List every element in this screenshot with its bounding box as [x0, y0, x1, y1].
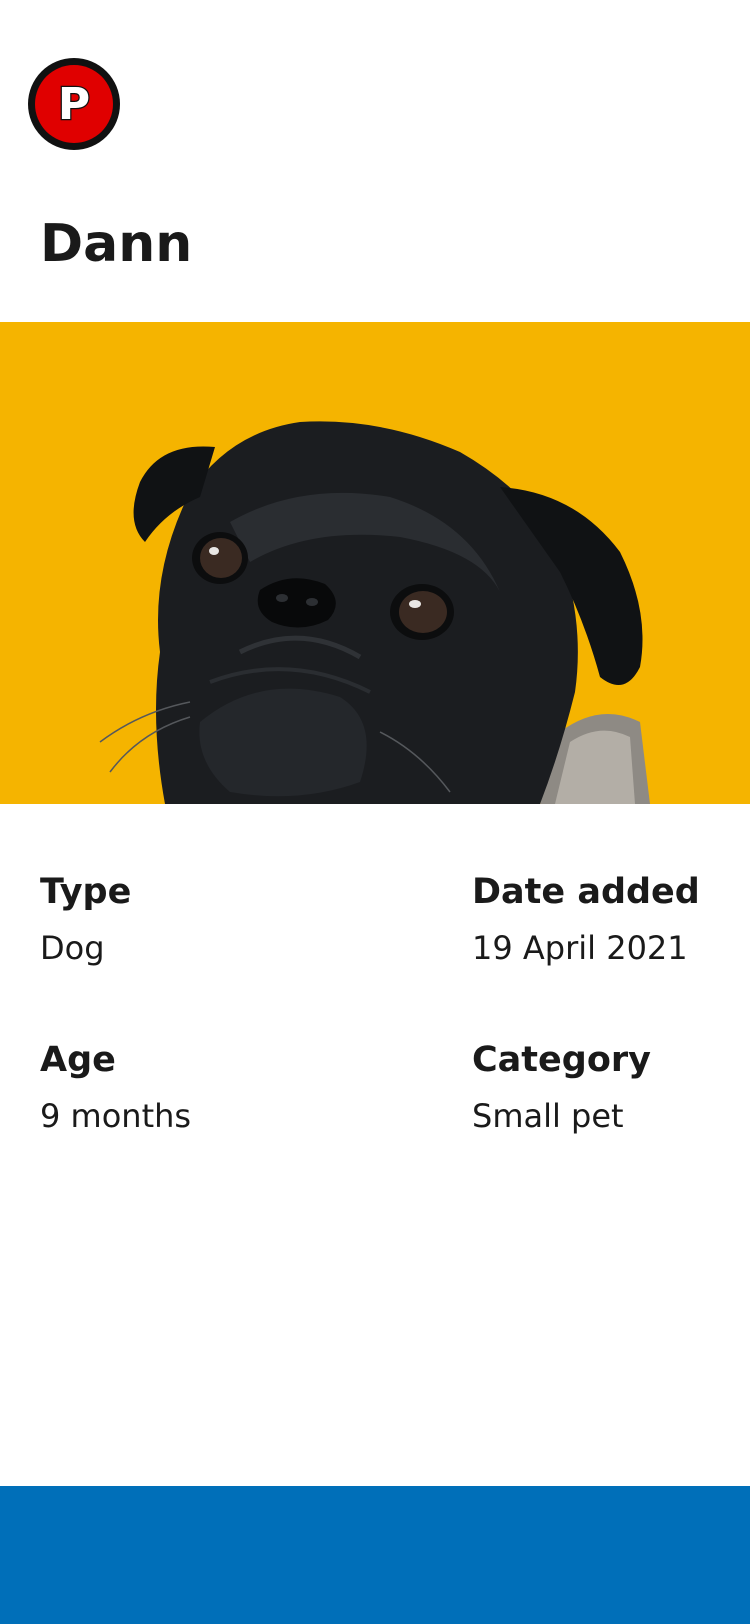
pet-photo [0, 322, 750, 804]
footer-bar [0, 1486, 750, 1624]
detail-value: Small pet [472, 1097, 624, 1135]
svg-text:P: P [58, 79, 90, 130]
detail-label: Date added [472, 872, 700, 912]
detail-label: Type [40, 872, 132, 912]
pet-detail-page: P Dann Type Dog Date added 19 April 2021… [0, 0, 750, 1624]
detail-value: 9 months [40, 1097, 192, 1135]
detail-label: Age [40, 1040, 116, 1080]
detail-value: Dog [40, 929, 105, 967]
brand-logo[interactable]: P [28, 58, 120, 150]
page-title: Dann [40, 214, 193, 274]
detail-age: Age 9 months [40, 1032, 191, 1144]
detail-label: Category [472, 1040, 651, 1080]
brand-logo-icon: P [30, 60, 118, 148]
detail-value: 19 April 2021 [472, 929, 688, 967]
detail-type: Type Dog [40, 864, 131, 976]
detail-category: Category Small pet [472, 1032, 651, 1144]
pug-photo-icon [0, 322, 750, 804]
detail-date-added: Date added 19 April 2021 [472, 864, 700, 976]
